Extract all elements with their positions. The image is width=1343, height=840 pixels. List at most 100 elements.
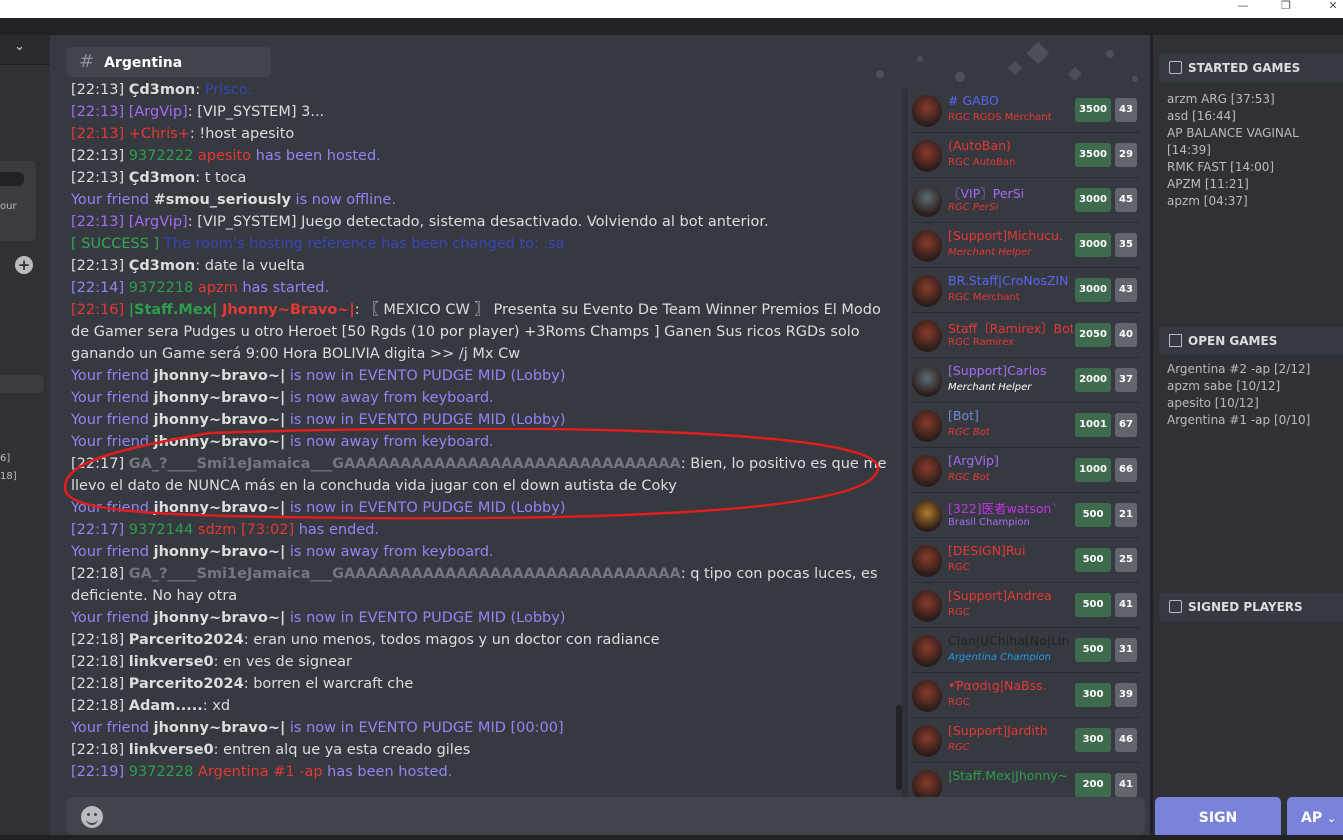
close-icon[interactable]: ✕ xyxy=(1318,0,1343,14)
player-points: 2050 xyxy=(1075,323,1111,347)
open-games-list[interactable]: Argentina #2 -ap [2/12] apzm sabe [10/12]… xyxy=(1167,361,1310,429)
friend-prefix: Your friend xyxy=(71,720,154,736)
emoji-icon[interactable] xyxy=(81,806,103,828)
player-row[interactable]: # GABO RGC RGDS Merchant 3500 43 xyxy=(910,89,1140,133)
game-list-item[interactable]: RMK FAST [14:00] xyxy=(1167,159,1343,176)
timestamp: [22:18] xyxy=(71,632,129,648)
player-row[interactable]: Clan|UChiha[No|Lin Argentina Champion 500 3… xyxy=(910,629,1140,673)
player-row[interactable]: (AutoBan) RGC AutoBan 3500 29 xyxy=(910,134,1140,178)
left-sidebar: ⌄ our + 6] 18] xyxy=(0,35,50,835)
player-row[interactable]: 〖VIP〗PerSi RGC PerSi 3000 45 xyxy=(910,179,1140,223)
game-list-item[interactable]: asd [16:44] xyxy=(1167,108,1343,125)
started-games-list[interactable]: arzm ARG [37:53] asd [16:44] AP BALANCE VA… xyxy=(1167,91,1343,210)
game-list-item[interactable]: Argentina #2 -ap [2/12] xyxy=(1167,361,1310,378)
player-row[interactable]: [DESIGN]Rui RGC 500 25 xyxy=(910,539,1140,583)
game-list-item[interactable]: apzm [04:37] xyxy=(1167,193,1343,210)
timestamp: [22:14] xyxy=(71,280,129,296)
player-row[interactable]: [Support]Andrea RGC 500 41 xyxy=(910,584,1140,628)
player-row[interactable]: [322]医者watson` Brasil Champion 500 21 xyxy=(910,494,1140,538)
player-points: 200 xyxy=(1075,773,1111,797)
player-level: 29 xyxy=(1115,143,1137,167)
colon: : xyxy=(354,302,365,318)
player-title: RGC Merchant xyxy=(948,292,1020,303)
message-text: has been hosted. xyxy=(327,764,453,780)
player-row[interactable]: [Bot] RGC Bot 1001 67 xyxy=(910,404,1140,448)
signed-players-header[interactable]: SIGNED PLAYERS xyxy=(1159,593,1343,621)
chat-message: [22:18] GA_?____Smi1eJamaica___GAAAAAAAA… xyxy=(71,563,896,607)
colon: : xyxy=(187,104,198,120)
message-list[interactable]: [22:13] Çd3mon: Prisco. [22:13] [ArgVip]:… xyxy=(71,79,896,799)
chat-message: Your friend jhonny~bravo~| is now in EVE… xyxy=(71,409,896,431)
game-id: 9372228 xyxy=(128,764,198,780)
colon: : xyxy=(195,258,205,274)
player-level: 45 xyxy=(1115,188,1137,212)
channel-tab[interactable]: # Argentina xyxy=(67,47,271,77)
player-row[interactable]: [Support]Carlos Merchant Helper 2000 37 xyxy=(910,359,1140,403)
username: GA_?____Smi1eJamaica___GAAAAAAAAAAAAAAAA… xyxy=(128,456,681,472)
left-panel-input[interactable] xyxy=(0,172,24,186)
chat-message: [22:13] [ArgVip]: [VIP_SYSTEM] 3... xyxy=(71,101,896,123)
game-list-item[interactable]: Argentina #1 -ap [0/10] xyxy=(1167,412,1310,429)
game-id: 9372144 xyxy=(128,522,198,538)
player-title: RGC xyxy=(948,607,970,618)
player-row[interactable]: Staff〔Ramirex〕Bot RGC Ramirex 2050 40 xyxy=(910,314,1140,358)
chat-message: [ SUCCESS ] The room's hosting reference… xyxy=(71,233,896,255)
message-text: en ves de signear xyxy=(223,654,352,670)
username: linkverse0 xyxy=(128,742,214,758)
player-avatar-icon xyxy=(912,455,942,487)
ap-dropdown-button[interactable]: AP ⌄ xyxy=(1287,797,1343,835)
minimize-icon[interactable]: — xyxy=(1228,0,1258,14)
player-row[interactable]: [ArgVip] RGC Bot 1000 66 xyxy=(910,449,1140,493)
game-list-item[interactable]: APZM [11:21] xyxy=(1167,176,1343,193)
username: GA_?____Smi1eJamaica___GAAAAAAAAAAAAAAAA… xyxy=(128,566,681,582)
left-panel-row[interactable] xyxy=(0,375,44,393)
ap-label: AP xyxy=(1301,810,1323,826)
player-points: 3000 xyxy=(1075,233,1111,257)
player-list[interactable]: # GABO RGC RGDS Merchant 3500 43 (AutoBan) RG… xyxy=(910,89,1140,835)
username: jhonny~bravo~| xyxy=(153,720,286,736)
chat-message: [22:17] GA_?____Smi1eJamaica___GAAAAAAAA… xyxy=(71,453,896,497)
left-panel-text: our xyxy=(0,201,17,212)
game-list-item[interactable]: AP BALANCE VAGINAL [14:39] xyxy=(1167,125,1343,159)
username: [ArgVip] xyxy=(128,214,188,230)
player-points: 2000 xyxy=(1075,368,1111,392)
timestamp: [22:19] xyxy=(71,764,129,780)
message-input[interactable] xyxy=(67,797,1145,835)
player-points: 3000 xyxy=(1075,278,1111,302)
game-list-item[interactable]: arzm ARG [37:53] xyxy=(1167,91,1343,108)
player-title: RGC xyxy=(948,697,970,708)
player-row[interactable]: BR.Staff|CroNosZIN RGC Merchant 3000 43 xyxy=(910,269,1140,313)
player-avatar-icon xyxy=(912,140,942,172)
players-scrollbar[interactable] xyxy=(902,89,908,835)
restore-icon[interactable]: ❐ xyxy=(1271,0,1301,14)
add-icon[interactable]: + xyxy=(15,256,33,274)
chevron-down-icon[interactable]: ⌄ xyxy=(14,39,25,54)
player-row[interactable]: •Ƥασdιg|NaBss. RGC 300 39 xyxy=(910,674,1140,718)
open-games-header[interactable]: OPEN GAMES xyxy=(1159,327,1343,355)
player-name: Staff〔Ramirex〕Bot xyxy=(948,321,1073,336)
username: #smou_seriously xyxy=(153,192,291,208)
player-row[interactable]: [Support]Michucu. Merchant Helper 3000 35 xyxy=(910,224,1140,268)
username: Çd3mon xyxy=(128,258,196,274)
game-list-item[interactable]: apesito [10/12] xyxy=(1167,395,1310,412)
game-list-item[interactable]: apzm sabe [10/12] xyxy=(1167,378,1310,395)
message-text: borren el warcraft che xyxy=(253,676,414,692)
username: linkverse0 xyxy=(128,654,214,670)
friend-prefix: Your friend xyxy=(71,610,154,626)
player-title: RGC xyxy=(948,742,970,753)
timestamp: [22:16] xyxy=(71,302,129,318)
message-text: entren alq ue ya esta creado giles xyxy=(223,742,471,758)
player-title: RGC PerSi xyxy=(948,202,999,213)
sign-button[interactable]: SIGN xyxy=(1155,797,1281,835)
player-level: 43 xyxy=(1115,98,1137,122)
player-level: 41 xyxy=(1115,773,1137,797)
timestamp: [22:13] xyxy=(71,258,129,274)
chat-area: # Argentina [22:13] Çd3mon: Prisco. [22:13… xyxy=(50,35,1150,835)
player-row[interactable]: [Support]Jardith RGC 300 46 xyxy=(910,719,1140,763)
player-title: Argentina Champion xyxy=(948,652,1051,663)
player-level: 35 xyxy=(1115,233,1137,257)
success-tag: [ SUCCESS ] xyxy=(71,236,164,252)
player-avatar-icon xyxy=(912,365,942,397)
player-avatar-icon xyxy=(912,545,942,577)
started-games-header[interactable]: STARTED GAMES xyxy=(1159,54,1343,82)
